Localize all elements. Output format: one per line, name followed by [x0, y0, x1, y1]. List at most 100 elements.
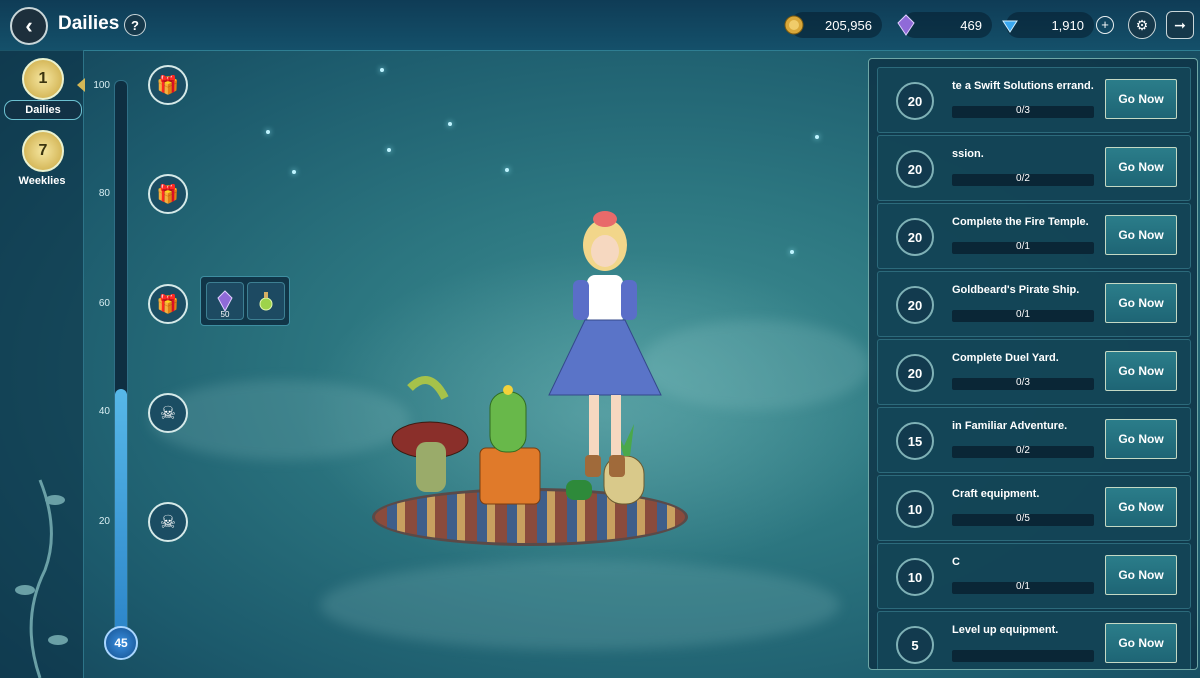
quest-description: ssion.	[952, 148, 984, 160]
quest-row: 20 ssion. 0/2 Go Now	[877, 135, 1191, 201]
quest-description: C	[952, 556, 960, 568]
progress-tick: 20	[98, 516, 110, 527]
reward-item[interactable]: 50	[206, 282, 244, 320]
dailies-medal-icon: 1	[22, 58, 64, 100]
gem-icon	[998, 13, 1022, 37]
reward-item[interactable]	[247, 282, 285, 320]
add-gems-button[interactable]: +	[1096, 16, 1114, 34]
tab-weeklies[interactable]: 7 Weeklies	[4, 126, 80, 192]
daily-quest-list[interactable]: 20 te a Swift Solutions errand. 0/3 Go Now 2…	[868, 58, 1198, 670]
progress-tick: 100	[93, 80, 110, 91]
gem-amount: 1,910	[1051, 17, 1084, 33]
go-now-button[interactable]: Go Now	[1105, 351, 1177, 391]
activity-progress-fill	[115, 389, 127, 641]
progress-tick: 80	[98, 188, 110, 199]
potion-icon	[259, 292, 273, 311]
gem-counter: 1,910	[1002, 12, 1094, 38]
exit-button[interactable]: ➞	[1166, 11, 1194, 39]
go-now-button[interactable]: Go Now	[1105, 555, 1177, 595]
go-now-button[interactable]: Go Now	[1105, 79, 1177, 119]
star	[790, 250, 794, 254]
quest-progress-count: 0/3	[1016, 105, 1030, 116]
quest-row: 20 Goldbeard's Pirate Ship. 0/1 Go Now	[877, 271, 1191, 337]
star	[448, 122, 452, 126]
current-progress-badge: 45	[104, 626, 138, 660]
go-now-button[interactable]: Go Now	[1105, 215, 1177, 255]
progress-tick: 60	[98, 298, 110, 309]
reward-chest-100[interactable]: 🎁	[148, 65, 188, 105]
quest-row: 20 te a Swift Solutions errand. 0/3 Go Now	[877, 67, 1191, 133]
go-now-button[interactable]: Go Now	[1105, 623, 1177, 663]
crystal-icon	[894, 13, 918, 37]
crystal-amount: 469	[960, 17, 982, 33]
quest-points: 20	[896, 218, 934, 256]
quest-row: 10 C 0/1 Go Now	[877, 543, 1191, 609]
help-button[interactable]: ?	[124, 14, 146, 36]
tab-dailies-label: Dailies	[4, 100, 82, 120]
quest-progress-count: 0/1	[1016, 581, 1030, 592]
crystal-counter: 469	[897, 12, 992, 38]
quest-row: 5 Level up equipment. Go Now	[877, 611, 1191, 669]
quest-row: 20 Complete Duel Yard. 0/3 Go Now	[877, 339, 1191, 405]
settings-button[interactable]: ⚙	[1128, 11, 1156, 39]
skull-coin-icon: ☠	[159, 402, 177, 423]
back-arrow-icon: ‹	[25, 13, 33, 38]
quest-points: 10	[896, 490, 934, 528]
quest-description: Craft equipment.	[952, 488, 1040, 500]
vine-decoration	[15, 479, 68, 678]
exit-door-icon: ➞	[1174, 16, 1186, 33]
cloud	[150, 380, 410, 460]
quest-progress-count: 0/1	[1016, 241, 1030, 252]
reward-preview-popup: 50	[200, 276, 290, 326]
quest-description: Goldbeard's Pirate Ship.	[952, 284, 1080, 296]
quest-points: 15	[896, 422, 934, 460]
quest-points: 20	[896, 286, 934, 324]
quest-row: 20 Complete the Fire Temple. 0/1 Go Now	[877, 203, 1191, 269]
player-character[interactable]	[545, 205, 665, 490]
gold-coin-icon	[782, 13, 806, 37]
weeklies-medal-icon: 7	[22, 130, 64, 172]
quest-points: 20	[896, 354, 934, 392]
gift-box-icon: 🎁	[156, 74, 180, 95]
quest-points: 10	[896, 558, 934, 596]
skull-coin-icon: ☠	[159, 511, 177, 532]
quest-points: 20	[896, 82, 934, 120]
reward-chest-60[interactable]: 🎁	[148, 284, 188, 324]
quest-points: 20	[896, 150, 934, 188]
quest-progress-count: 0/1	[1016, 309, 1030, 320]
tab-weeklies-label: Weeklies	[18, 175, 66, 187]
quest-description: Complete Duel Yard.	[952, 352, 1059, 364]
quest-progress-count: 0/2	[1016, 173, 1030, 184]
gear-icon: ⚙	[1135, 16, 1149, 33]
quest-description: Complete the Fire Temple.	[952, 216, 1089, 228]
quest-description: in Familiar Adventure.	[952, 420, 1068, 432]
gold-counter: 205,956	[784, 12, 882, 38]
quest-description: te a Swift Solutions errand.	[952, 80, 1094, 92]
go-now-button[interactable]: Go Now	[1105, 487, 1177, 527]
gold-amount: 205,956	[825, 17, 872, 33]
go-now-button[interactable]: Go Now	[1105, 419, 1177, 459]
cloud	[640, 320, 870, 410]
star	[380, 68, 384, 72]
reward-quantity: 50	[220, 310, 230, 319]
reward-chest-80[interactable]: 🎁	[148, 174, 188, 214]
back-button[interactable]: ‹	[10, 7, 48, 45]
quest-progress-bar	[952, 650, 1094, 662]
potted-plants-illustration	[391, 376, 541, 505]
go-now-button[interactable]: Go Now	[1105, 283, 1177, 323]
quest-description: Level up equipment.	[952, 624, 1059, 636]
gift-box-icon: 🎁	[156, 293, 180, 314]
top-bar: ‹ Dailies ? 205,956 469 1,910 + ⚙ ➞	[0, 0, 1200, 51]
quest-row: 15 in Familiar Adventure. 0/2 Go Now	[877, 407, 1191, 473]
tab-dailies[interactable]: 1 Dailies	[4, 54, 82, 120]
go-now-button[interactable]: Go Now	[1105, 147, 1177, 187]
reward-chest-40[interactable]: ☠	[148, 393, 188, 433]
gift-box-icon: 🎁	[156, 183, 180, 204]
progress-tick: 40	[98, 406, 110, 417]
activity-progress-bar	[114, 80, 128, 642]
quest-progress-count: 0/3	[1016, 377, 1030, 388]
star	[266, 130, 270, 134]
star	[292, 170, 296, 174]
reward-chest-20[interactable]: ☠	[148, 502, 188, 542]
star	[815, 135, 819, 139]
